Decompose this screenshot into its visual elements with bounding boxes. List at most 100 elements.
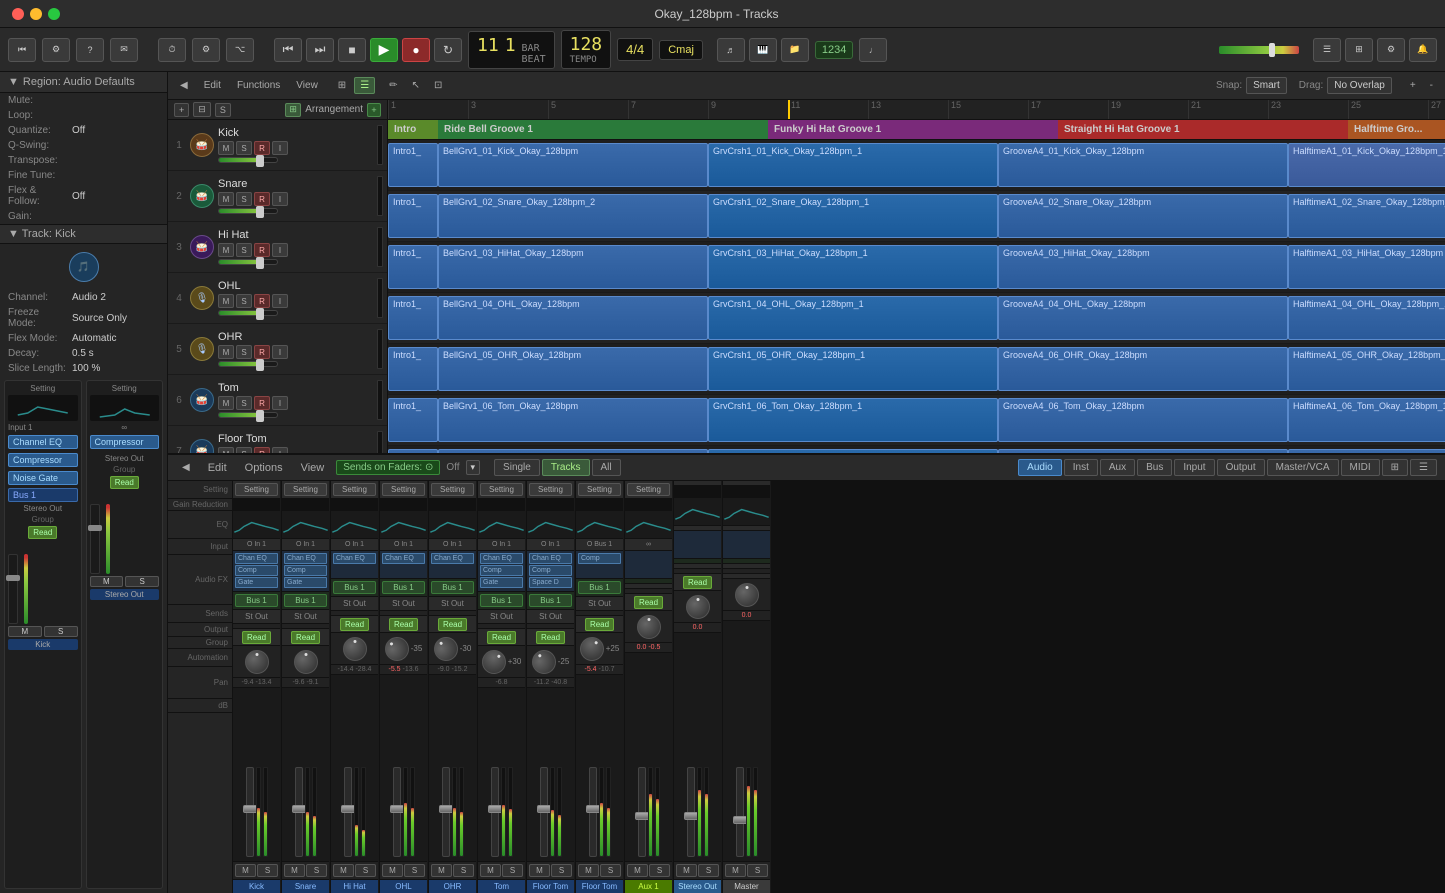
key-display[interactable]: Cmaj	[659, 40, 703, 60]
insp-fx-chaneq[interactable]: Channel EQ	[8, 435, 78, 449]
ch-output-5[interactable]: St Out	[429, 597, 476, 611]
pan-knob-2[interactable]	[294, 650, 318, 674]
mute-ohl[interactable]: M	[218, 294, 234, 308]
ch-output-7[interactable]: St Out	[527, 610, 574, 624]
mute-snare[interactable]: M	[218, 192, 234, 206]
clip-ohr-halftime[interactable]: HalftimeA1_05_OHR_Okay_128bpm_1	[1288, 347, 1445, 391]
ch-output-6[interactable]: St Out	[478, 610, 525, 624]
ch-input-7[interactable]: O In 1	[527, 539, 574, 551]
browser-button[interactable]: 📁	[781, 38, 809, 62]
track-header[interactable]: ▼ Track: Kick	[0, 224, 167, 244]
record-ohl[interactable]: R	[254, 294, 270, 308]
pan-knob-4[interactable]	[380, 632, 414, 666]
play-button[interactable]: ▶	[370, 38, 398, 62]
snap-value[interactable]: Smart	[1246, 77, 1287, 94]
ch-name-label-9[interactable]: Aux 1	[625, 879, 672, 893]
pan-knob-5[interactable]	[429, 632, 463, 666]
auto-read-btn-7[interactable]: Read	[536, 631, 565, 644]
notify-button[interactable]: 🔔	[1409, 38, 1437, 62]
send-btn-7[interactable]: Bus 1	[529, 594, 572, 607]
clip-ft-halftime[interactable]: HalftimeA1_07_FloorTom_Okay_128bpm_1	[1288, 449, 1445, 453]
fx-item[interactable]: Comp	[480, 565, 523, 576]
insp-solo[interactable]: S	[44, 626, 78, 637]
volume-bar[interactable]	[1219, 46, 1299, 54]
ch-input-3[interactable]: O In 1	[331, 539, 378, 551]
clip-ohr-intro[interactable]: Intro1_	[388, 347, 438, 391]
arr-menu-view[interactable]: View	[290, 77, 324, 94]
insp-fx-comp[interactable]: Compressor	[8, 453, 78, 467]
clip-ohl-groove4[interactable]: GrooveA4_04_OHL_Okay_128bpm	[998, 296, 1288, 340]
ch-solo-btn-6[interactable]: S	[502, 864, 523, 877]
mixer-menu-edit[interactable]: Edit	[202, 460, 233, 476]
insp-mute[interactable]: M	[8, 626, 42, 637]
bus-type-btn[interactable]: Bus	[1137, 459, 1172, 476]
ch-setting-btn-1[interactable]: Setting	[235, 483, 278, 496]
ch-solo-btn-3[interactable]: S	[355, 864, 376, 877]
ch-output-8[interactable]: St Out	[576, 597, 623, 611]
insp-mute2[interactable]: M	[90, 576, 124, 587]
ch-solo-btn-8[interactable]: S	[600, 864, 621, 877]
insp-fx2-comp[interactable]: Compressor	[90, 435, 160, 449]
clip-hihat-bell[interactable]: BellGrv1_03_HiHat_Okay_128bpm	[438, 245, 708, 289]
list-type-btn[interactable]: ☰	[1410, 459, 1437, 476]
time-signature[interactable]: 4/4	[617, 38, 653, 61]
ch-mute-btn-3[interactable]: M	[333, 864, 354, 877]
ch-mute-btn-6[interactable]: M	[480, 864, 501, 877]
solo-kick[interactable]: S	[236, 141, 252, 155]
ch-setting-btn-3[interactable]: Setting	[333, 483, 376, 496]
record-tom[interactable]: R	[254, 396, 270, 410]
ch-name-label-2[interactable]: Snare	[282, 879, 329, 893]
close-button[interactable]	[12, 8, 24, 20]
ch-solo-btn-5[interactable]: S	[453, 864, 474, 877]
region-header[interactable]: ▼ Region: Audio Defaults	[0, 72, 167, 93]
ch-name-label-4[interactable]: OHL	[380, 879, 427, 893]
help-button[interactable]: ?	[76, 38, 104, 62]
ch-mute-btn-2[interactable]: M	[284, 864, 305, 877]
ch-setting-btn-4[interactable]: Setting	[382, 483, 425, 496]
clip-ohl-bell[interactable]: BellGrv1_04_OHL_Okay_128bpm	[438, 296, 708, 340]
ch-eq-3[interactable]	[331, 511, 378, 539]
grid-button[interactable]: ⊞	[332, 77, 352, 94]
fx-item[interactable]: Chan EQ	[284, 553, 327, 564]
track-fader-hihat[interactable]	[218, 259, 278, 265]
ch-eq-1[interactable]	[233, 511, 280, 539]
clip-ohr-grv[interactable]: GrvCrsh1_05_OHR_Okay_128bpm_1	[708, 347, 998, 391]
fader-track-5[interactable]	[442, 767, 450, 857]
stop-button[interactable]: ■	[338, 38, 366, 62]
record-button[interactable]: ●	[402, 38, 430, 62]
inst-type-btn[interactable]: Inst	[1064, 459, 1098, 476]
clip-snare-halftime[interactable]: HalftimeA1_02_Snare_Okay_128bpm_1	[1288, 194, 1445, 238]
solo-tom[interactable]: S	[236, 396, 252, 410]
clip-kick-bellgrv1[interactable]: BellGrv1_01_Kick_Okay_128bpm	[438, 143, 708, 187]
ch-input-6[interactable]: O In 1	[478, 539, 525, 551]
clip-tom-bell[interactable]: BellGrv1_06_Tom_Okay_128bpm	[438, 398, 708, 442]
add-track-btn[interactable]: +	[174, 103, 189, 117]
fx-item[interactable]: Chan EQ	[529, 553, 572, 564]
ch-setting-btn-5[interactable]: Setting	[431, 483, 474, 496]
fx-item[interactable]: Gate	[480, 577, 523, 588]
record-kick[interactable]: R	[254, 141, 270, 155]
ch-solo-btn-7[interactable]: S	[551, 864, 572, 877]
clip-snare-bell[interactable]: BellGrv1_02_Snare_Okay_128bpm_2	[438, 194, 708, 238]
ch-mute-btn-1[interactable]: M	[235, 864, 256, 877]
fx-item[interactable]: Gate	[235, 577, 278, 588]
clip-hihat-intro[interactable]: Intro1_	[388, 245, 438, 289]
ch-input-9[interactable]: ∞	[625, 539, 672, 551]
pencil-tool[interactable]: ✏	[383, 77, 403, 94]
aux-type-btn[interactable]: Aux	[1100, 459, 1135, 476]
ch-mute-btn-10[interactable]: M	[676, 864, 697, 877]
cpu-button[interactable]: ⌥	[226, 38, 254, 62]
zoom-out[interactable]: -	[1424, 77, 1439, 94]
insp-solo2[interactable]: S	[125, 576, 159, 587]
ch-output-4[interactable]: St Out	[380, 597, 427, 611]
fx-item[interactable]: Chan EQ	[431, 553, 474, 564]
ch-mute-btn-11[interactable]: M	[725, 864, 746, 877]
tracks-view-btn[interactable]: Tracks	[542, 459, 590, 476]
mixer-menu-view[interactable]: View	[295, 460, 331, 476]
clip-ft-grv[interactable]: GrvCrsh1_07_FloorTom_Okay_128bpm_1	[708, 449, 998, 453]
pan-knob-9[interactable]	[637, 615, 661, 639]
send-btn-2[interactable]: Bus 1	[284, 594, 327, 607]
ch-setting-btn-9[interactable]: Setting	[627, 483, 670, 496]
ch-setting-btn-8[interactable]: Setting	[578, 483, 621, 496]
send-btn-3[interactable]: Bus 1	[333, 581, 376, 594]
